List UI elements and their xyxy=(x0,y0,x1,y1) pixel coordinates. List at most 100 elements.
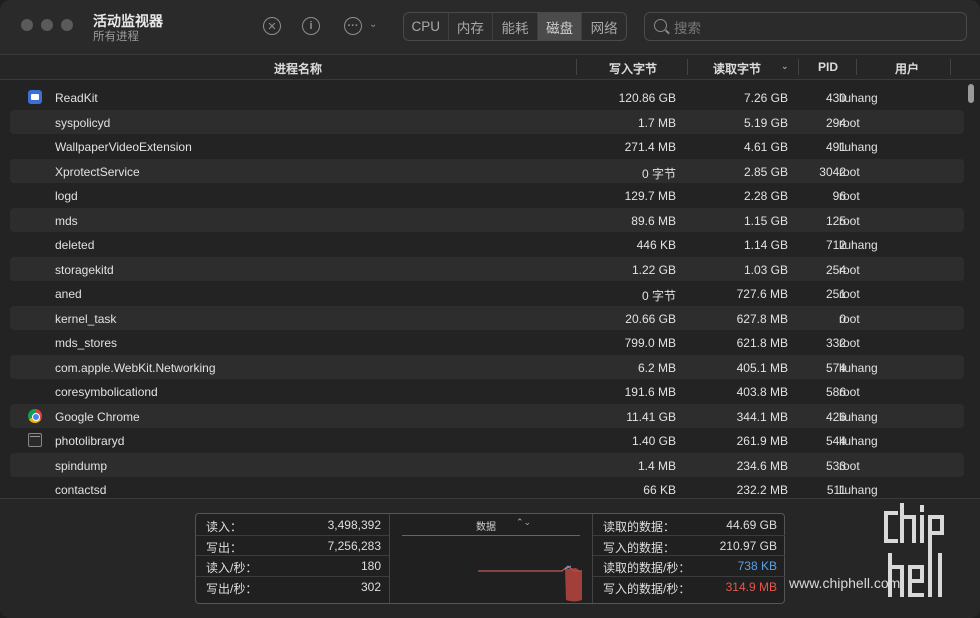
column-divider[interactable] xyxy=(798,59,799,75)
stat-row: 读取的数据： 44.69 GB xyxy=(593,514,785,536)
table-row[interactable]: photolibraryd 1.40 GB 261.9 MB 544 liuhang xyxy=(10,428,964,453)
process-user: root xyxy=(839,311,860,326)
process-name: photolibraryd xyxy=(55,434,125,448)
process-name: WallpaperVideoExtension xyxy=(55,140,192,154)
title-bar: 活动监视器 所有进程 ✕ i ··· ⌄ CPU 内存 能耗 磁盘 网络 xyxy=(0,0,980,55)
column-divider[interactable] xyxy=(950,59,951,75)
inspect-process-button[interactable]: i xyxy=(302,17,320,35)
process-user: root xyxy=(839,164,860,179)
column-header-user[interactable]: 用户 xyxy=(895,60,919,77)
bytes-read: 1.15 GB xyxy=(743,213,788,228)
tab-network[interactable]: 网络 xyxy=(582,13,626,40)
bytes-written: 0 字节 xyxy=(641,289,676,303)
bytes-read: 621.8 MB xyxy=(736,336,788,350)
activity-monitor-window: 活动监视器 所有进程 ✕ i ··· ⌄ CPU 内存 能耗 磁盘 网络 进程名… xyxy=(0,0,980,618)
bytes-written: 1.22 GB xyxy=(631,262,676,277)
process-user: liuhang xyxy=(839,238,878,252)
bytes-read: 232.2 MB xyxy=(736,483,788,497)
stat-label: 读入/秒： xyxy=(206,561,258,575)
process-name: com.apple.WebKit.Networking xyxy=(55,360,216,375)
scrollbar-thumb[interactable] xyxy=(968,84,974,103)
process-name: mds xyxy=(55,213,78,228)
bytes-read: 403.8 MB xyxy=(736,385,788,399)
search-input[interactable] xyxy=(672,17,956,39)
table-row[interactable]: contactsd 66 KB 232.2 MB 511 liuhang xyxy=(10,477,964,498)
table-row[interactable]: storagekitd 1.22 GB 1.03 GB 254 root xyxy=(10,256,964,281)
search-box xyxy=(644,12,967,41)
close-window-button[interactable] xyxy=(21,19,33,31)
process-user: liuhang xyxy=(839,360,878,375)
column-header-name[interactable]: 进程名称 xyxy=(274,60,322,77)
table-row[interactable]: WallpaperVideoExtension 271.4 MB 4.61 GB 49… xyxy=(10,134,964,159)
table-row[interactable]: ReadKit 120.86 GB 7.26 GB 430 liuhang xyxy=(10,85,964,110)
table-row[interactable]: kernel_task 20.66 GB 627.8 MB 0 root xyxy=(10,305,964,330)
table-row[interactable]: aned 0 字节 727.6 MB 251 root xyxy=(10,281,964,306)
column-divider[interactable] xyxy=(576,59,577,75)
bytes-written: 0 字节 xyxy=(641,166,676,181)
process-name: ReadKit xyxy=(55,91,98,105)
process-name: storagekitd xyxy=(55,262,114,277)
vertical-scrollbar[interactable] xyxy=(966,82,976,496)
column-divider[interactable] xyxy=(856,59,857,75)
process-user: liuhang xyxy=(839,409,878,424)
tab-memory[interactable]: 内存 xyxy=(449,13,494,40)
table-row[interactable]: mds_stores 799.0 MB 621.8 MB 332 root xyxy=(10,330,964,355)
process-user: liuhang xyxy=(839,483,878,497)
stat-row: 读取的数据/秒： 738 KB xyxy=(593,555,785,577)
process-table: ReadKit 120.86 GB 7.26 GB 430 liuhang syspoli… xyxy=(10,85,964,498)
column-header-read[interactable]: 读取字节 xyxy=(713,60,761,77)
process-user: root xyxy=(839,458,860,473)
bytes-read: 627.8 MB xyxy=(736,311,788,326)
tab-disk[interactable]: 磁盘 xyxy=(537,13,583,40)
column-header-write[interactable]: 写入字节 xyxy=(609,60,657,77)
bytes-read: 405.1 MB xyxy=(736,360,788,375)
process-name: Google Chrome xyxy=(55,409,140,424)
data-totals: 读取的数据： 44.69 GB 写入的数据： 210.97 GB 读取的数据/秒… xyxy=(592,514,785,603)
tab-energy[interactable]: 能耗 xyxy=(493,13,538,40)
process-user: liuhang xyxy=(839,434,878,448)
summary-panel: 读入： 3,498,392 写出： 7,256,283 读入/秒： 180 写出… xyxy=(0,498,980,618)
more-actions-button[interactable]: ··· xyxy=(344,17,362,35)
process-name: kernel_task xyxy=(55,311,117,326)
disk-activity-graph: 数据 ⌃⌄ xyxy=(390,514,592,603)
graph-canvas xyxy=(478,565,582,602)
table-row[interactable]: Google Chrome 11.41 GB 344.1 MB 426 liuhang xyxy=(10,403,964,428)
tab-cpu[interactable]: CPU xyxy=(404,13,449,40)
info-circle-icon: i xyxy=(309,20,313,32)
bytes-written: 191.6 MB xyxy=(624,385,676,399)
io-counts: 读入： 3,498,392 写出： 7,256,283 读入/秒： 180 写出… xyxy=(196,514,390,603)
column-divider[interactable] xyxy=(687,59,688,75)
bytes-read: 2.85 GB xyxy=(743,164,788,179)
chevron-down-icon[interactable]: ⌄ xyxy=(369,19,377,30)
stat-value-read-rate: 738 KB xyxy=(737,559,777,573)
zoom-window-button[interactable] xyxy=(61,19,73,31)
process-user: root xyxy=(839,336,860,350)
bytes-written: 1.4 MB xyxy=(637,458,676,473)
ellipsis-circle-icon: ··· xyxy=(347,20,359,32)
readkit-icon xyxy=(28,90,42,104)
process-name: mds_stores xyxy=(55,336,118,350)
table-row[interactable]: mds 89.6 MB 1.15 GB 125 root xyxy=(10,207,964,232)
column-header-pid[interactable]: PID xyxy=(818,60,838,74)
table-header: 进程名称 写入字节 读取字节 ⌄ PID 用户 xyxy=(0,55,980,80)
bytes-written: 6.2 MB xyxy=(637,360,676,375)
bytes-written: 271.4 MB xyxy=(624,140,676,154)
table-row[interactable]: logd 129.7 MB 2.28 GB 96 root xyxy=(10,183,964,208)
xmark-circle-icon: ✕ xyxy=(267,20,277,33)
stat-label: 写入的数据： xyxy=(603,540,676,555)
window-subtitle[interactable]: 所有进程 xyxy=(93,28,139,44)
stat-label: 读取的数据： xyxy=(603,520,676,534)
process-user: root xyxy=(839,385,860,399)
table-row[interactable]: coresymbolicationd 191.6 MB 403.8 MB 586 roo… xyxy=(10,379,964,404)
table-row[interactable]: XprotectService 0 字节 2.85 GB 3042 root xyxy=(10,158,964,183)
table-row[interactable]: spindump 1.4 MB 234.6 MB 533 root xyxy=(10,452,964,477)
table-row[interactable]: deleted 446 KB 1.14 GB 712 liuhang xyxy=(10,232,964,257)
process-user: root xyxy=(839,115,860,130)
stop-process-button[interactable]: ✕ xyxy=(263,17,281,35)
minimize-window-button[interactable] xyxy=(41,19,53,31)
table-row[interactable]: syspolicyd 1.7 MB 5.19 GB 294 root xyxy=(10,109,964,134)
stat-label: 读取的数据/秒： xyxy=(603,561,691,575)
stat-label: 写出： xyxy=(206,540,243,555)
table-row[interactable]: com.apple.WebKit.Networking 6.2 MB 405.1 M… xyxy=(10,354,964,379)
stat-row: 读入： 3,498,392 xyxy=(196,514,389,536)
